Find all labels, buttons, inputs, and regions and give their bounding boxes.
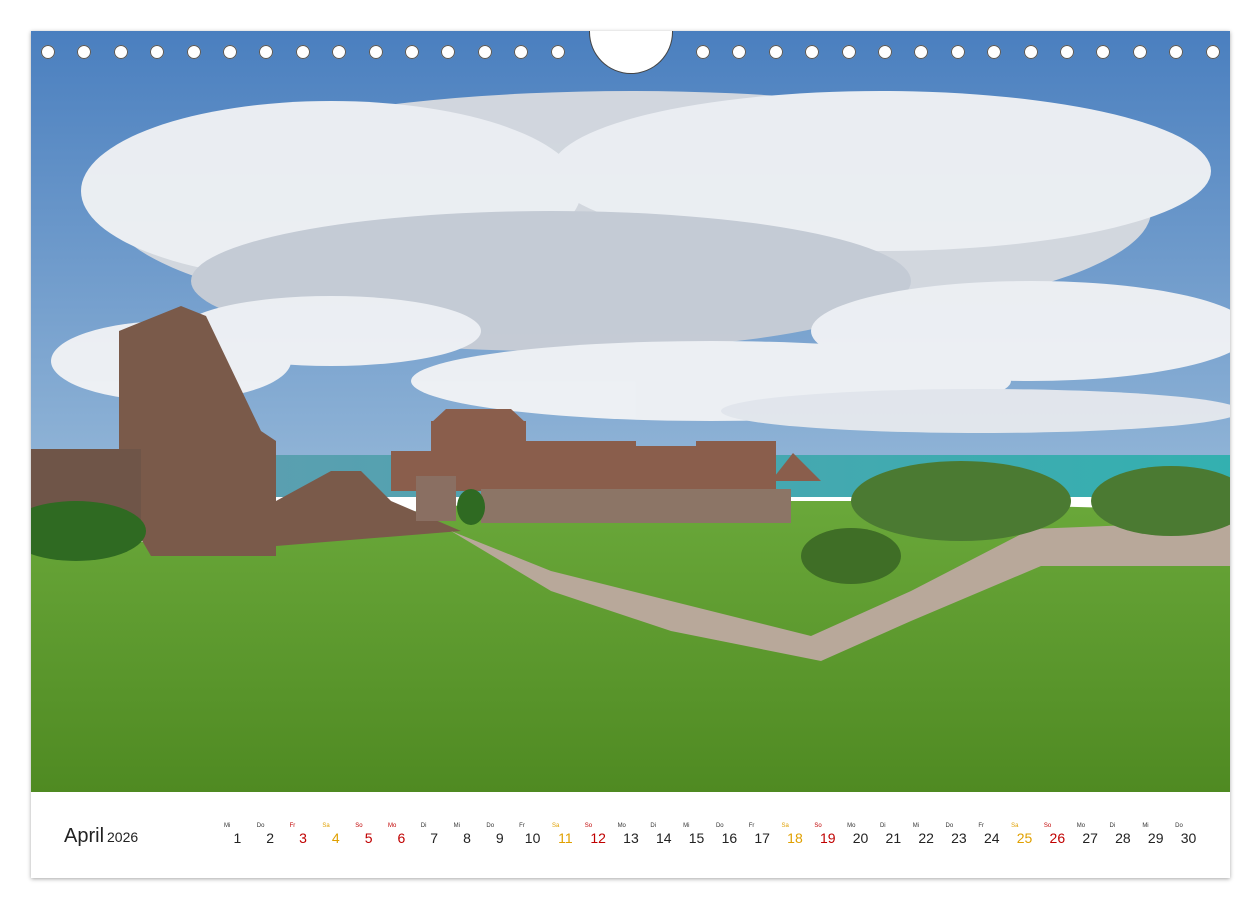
- weekday-label: So: [1043, 823, 1052, 829]
- day-number: 12: [590, 830, 606, 846]
- day-number: 3: [299, 830, 307, 846]
- calendar-day: Do 2: [254, 822, 287, 854]
- calendar-footer: April 2026 Mi 1 Do 2 Fr 3 Sa 4 So 5 Mo 6 Di 7 Mi 8 Do 9 Fr 1…: [31, 792, 1230, 878]
- calendar-day: Fr 3: [287, 822, 320, 854]
- day-number: 26: [1049, 830, 1066, 846]
- calendar-day: Mi 1: [221, 822, 254, 854]
- day-number: 24: [983, 830, 1000, 846]
- weekday-label: Do: [945, 823, 954, 829]
- month-title: April 2026: [64, 825, 138, 848]
- calendar-day: Di 14: [647, 822, 680, 854]
- calendar-day: Sa 11: [549, 822, 582, 854]
- calendar-day: Sa 18: [779, 822, 812, 854]
- weekday-label: Do: [1175, 823, 1183, 829]
- year-label: 2026: [107, 829, 139, 845]
- day-number: 18: [787, 830, 803, 846]
- day-number: 17: [754, 830, 770, 846]
- day-number: 13: [623, 830, 639, 846]
- day-number: 11: [558, 830, 573, 846]
- weekday-label: Mi: [224, 823, 231, 829]
- weekday-label: Mo: [387, 823, 397, 829]
- weekday-label: Mo: [617, 823, 626, 829]
- day-number: 2: [266, 830, 275, 846]
- weekday-label: Mi: [453, 823, 460, 829]
- calendar-day: Di 28: [1107, 822, 1140, 854]
- day-number: 5: [364, 830, 373, 846]
- weekday-label: Sa: [781, 823, 789, 829]
- day-number: 25: [1016, 830, 1033, 846]
- weekday-label: Do: [715, 823, 724, 829]
- day-number: 10: [524, 830, 541, 846]
- weekday-label: So: [584, 823, 593, 829]
- weekday-label: So: [355, 823, 363, 829]
- day-number: 6: [397, 830, 406, 846]
- day-number: 16: [721, 830, 738, 846]
- day-number: 9: [495, 830, 504, 846]
- calendar-day: Mi 8: [451, 822, 484, 854]
- day-number: 21: [885, 830, 902, 846]
- day-number: 7: [430, 830, 439, 846]
- weekday-label: Mi: [683, 823, 690, 829]
- day-number: 30: [1180, 830, 1197, 846]
- calendar-day: Fr 17: [746, 822, 779, 854]
- day-number: 15: [688, 830, 705, 846]
- weekday-label: Fr: [519, 823, 525, 829]
- calendar-day: So 26: [1041, 822, 1074, 854]
- calendar-day: Fr 10: [516, 822, 549, 854]
- weekday-label: Fr: [978, 823, 984, 829]
- weekday-label: Do: [486, 823, 495, 829]
- weekday-label: Di: [650, 823, 657, 829]
- day-number: 20: [852, 830, 869, 846]
- calendar-day: So 19: [811, 822, 844, 854]
- day-number: 23: [951, 830, 967, 846]
- day-number: 19: [819, 830, 836, 846]
- calendar-day: Do 9: [483, 822, 516, 854]
- weekday-label: Sa: [1011, 823, 1019, 829]
- calendar-day: Do 30: [1172, 822, 1205, 854]
- weekday-label: Mi: [912, 823, 920, 829]
- day-number: 28: [1115, 830, 1131, 846]
- calendar-day: Mo 27: [1074, 822, 1107, 854]
- calendar-day: Di 21: [877, 822, 910, 854]
- calendar-day: Mi 15: [680, 822, 713, 854]
- calendar-day: Di 7: [418, 822, 451, 854]
- weekday-label: Fr: [289, 823, 296, 829]
- day-number: 4: [331, 830, 340, 846]
- day-number: 27: [1082, 830, 1098, 846]
- month-name: April: [64, 825, 105, 847]
- weekday-label: Mo: [1076, 823, 1086, 829]
- calendar-day: Sa 4: [319, 822, 352, 854]
- day-number: 1: [233, 830, 242, 846]
- calendar-day: So 5: [352, 822, 385, 854]
- day-number: 8: [463, 830, 471, 846]
- day-number: 29: [1147, 830, 1164, 846]
- weekday-label: Mi: [1142, 823, 1149, 829]
- calendar-day: Mi 22: [910, 822, 943, 854]
- weekday-label: Di: [879, 823, 886, 829]
- weekday-label: Do: [256, 823, 265, 829]
- landscape-image: [31, 31, 1230, 792]
- day-strip: Mi 1 Do 2 Fr 3 Sa 4 So 5 Mo 6 Di 7 Mi 8 Do 9 Fr 10 Sa 11 So 12 M…: [221, 822, 1205, 854]
- weekday-label: Mo: [847, 823, 856, 829]
- day-number: 22: [918, 830, 934, 846]
- calendar-day: Mo 20: [844, 822, 877, 854]
- weekday-label: Sa: [551, 823, 560, 829]
- weekday-label: Fr: [748, 823, 755, 829]
- day-number: 14: [655, 830, 672, 846]
- weekday-label: Di: [1109, 823, 1116, 829]
- weekday-label: So: [814, 823, 822, 829]
- calendar-day: Mi 29: [1139, 822, 1172, 854]
- calendar-day: Mo 6: [385, 822, 418, 854]
- calendar-day: Do 16: [713, 822, 746, 854]
- weekday-label: Di: [420, 823, 427, 829]
- calendar-day: So 12: [582, 822, 615, 854]
- calendar-day: Do 23: [943, 822, 976, 854]
- calendar-day: Mo 13: [615, 822, 648, 854]
- castle-ruins-photo: [31, 31, 1230, 792]
- calendar-day: Sa 25: [1008, 822, 1041, 854]
- calendar-page: April 2026 Mi 1 Do 2 Fr 3 Sa 4 So 5 Mo 6 Di 7 Mi 8 Do 9 Fr 1…: [31, 31, 1230, 878]
- weekday-label: Sa: [322, 823, 330, 829]
- calendar-day: Fr 24: [975, 822, 1008, 854]
